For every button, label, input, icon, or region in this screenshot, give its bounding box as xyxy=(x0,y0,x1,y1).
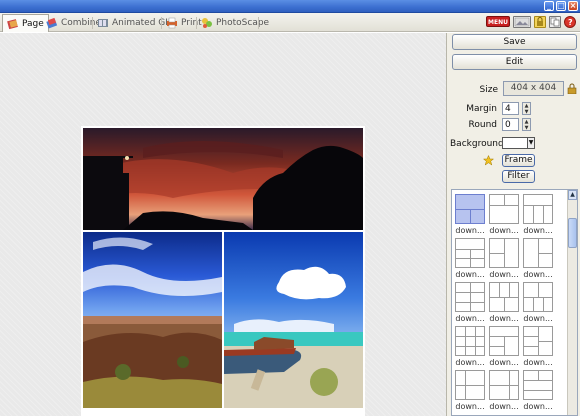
template-item[interactable]: down... xyxy=(455,238,485,282)
template-item[interactable]: down... xyxy=(523,238,553,282)
tab-label: Page xyxy=(22,18,44,29)
margin-stepper[interactable]: ▲ ▼ xyxy=(522,102,531,115)
template-caption: down... xyxy=(523,270,553,279)
close-button[interactable]: × xyxy=(568,1,578,11)
image-icon[interactable] xyxy=(513,16,531,28)
round-field[interactable]: 0 xyxy=(502,118,519,131)
margin-field[interactable]: 4 xyxy=(502,102,519,115)
template-item[interactable]: down... xyxy=(455,370,485,414)
spin-down-icon[interactable]: ▼ xyxy=(523,125,530,131)
template-item[interactable]: down... xyxy=(455,282,485,326)
window-controls: _ □ × xyxy=(544,1,578,11)
photo-sunset[interactable] xyxy=(83,128,363,230)
template-caption: down... xyxy=(489,402,519,411)
star-icon[interactable] xyxy=(482,154,495,169)
size-label: Size xyxy=(479,85,498,95)
template-caption: down... xyxy=(523,226,553,235)
template-item[interactable]: down... xyxy=(455,194,485,238)
frame-button[interactable]: Frame xyxy=(502,154,535,167)
template-caption: down... xyxy=(455,402,485,411)
svg-text:?: ? xyxy=(568,18,573,27)
scroll-thumb[interactable] xyxy=(568,218,577,248)
tab-label: PhotoScape xyxy=(216,18,270,28)
template-item[interactable]: down... xyxy=(489,326,519,370)
spin-down-icon[interactable]: ▼ xyxy=(523,109,530,115)
copy-icon[interactable] xyxy=(549,16,561,28)
maximize-button[interactable]: □ xyxy=(556,1,566,11)
template-item[interactable]: down... xyxy=(523,370,553,414)
template-item[interactable]: down... xyxy=(489,238,519,282)
photo-desert[interactable] xyxy=(83,232,222,408)
template-caption: down... xyxy=(455,314,485,323)
chevron-down-icon[interactable]: ▼ xyxy=(527,137,535,149)
template-caption: down... xyxy=(489,226,519,235)
save-button[interactable]: Save xyxy=(452,34,577,50)
template-caption: down... xyxy=(455,358,485,367)
title-bar: _ □ × xyxy=(0,0,580,13)
gallery-scrollbar[interactable]: ▲ xyxy=(567,190,577,415)
template-thumb xyxy=(455,194,485,224)
photo-beach[interactable] xyxy=(224,232,363,408)
template-item[interactable]: down... xyxy=(455,326,485,370)
background-label: Background xyxy=(450,139,504,149)
tab-bar: Page Combine Animated GIF Print PhotoSca… xyxy=(0,13,580,32)
template-caption: down... xyxy=(523,358,553,367)
template-item[interactable]: down... xyxy=(523,326,553,370)
template-caption: down... xyxy=(455,226,485,235)
scroll-up-icon[interactable]: ▲ xyxy=(568,190,577,200)
round-label: Round xyxy=(468,120,497,130)
filter-button[interactable]: Filter xyxy=(502,170,535,183)
template-item[interactable]: down... xyxy=(523,194,553,238)
template-caption: down... xyxy=(489,270,519,279)
template-caption: down... xyxy=(523,402,553,411)
template-item[interactable]: down... xyxy=(489,370,519,414)
combine-icon xyxy=(46,17,58,29)
lock-icon[interactable] xyxy=(534,16,546,28)
template-caption: down... xyxy=(489,314,519,323)
page-icon xyxy=(7,18,19,30)
margin-label: Margin xyxy=(466,104,497,114)
lock-size-icon[interactable] xyxy=(567,83,577,97)
settings-panel: Save Edit Size 404 x 404 Margin 4 ▲ ▼ Ro… xyxy=(446,33,580,416)
animated-gif-icon xyxy=(97,17,109,29)
template-item[interactable]: down... xyxy=(489,282,519,326)
template-caption: down... xyxy=(523,314,553,323)
photoscape-icon xyxy=(201,17,213,29)
template-gallery[interactable]: down... down... down... down... down... … xyxy=(451,189,578,416)
tab-photoscape[interactable]: PhotoScape xyxy=(197,15,273,31)
size-field: 404 x 404 xyxy=(503,81,564,96)
round-stepper[interactable]: ▲ ▼ xyxy=(522,118,531,131)
template-caption: down... xyxy=(455,270,485,279)
help-icon[interactable]: ? xyxy=(564,16,576,28)
menu-button[interactable]: MENU xyxy=(486,16,510,27)
edit-button[interactable]: Edit xyxy=(452,54,577,70)
template-item[interactable]: down... xyxy=(523,282,553,326)
collage-preview[interactable] xyxy=(81,126,365,416)
print-icon xyxy=(166,17,178,29)
background-color-swatch[interactable] xyxy=(502,137,528,149)
template-caption: down... xyxy=(489,358,519,367)
template-item[interactable]: down... xyxy=(489,194,519,238)
minimize-button[interactable]: _ xyxy=(544,1,554,11)
